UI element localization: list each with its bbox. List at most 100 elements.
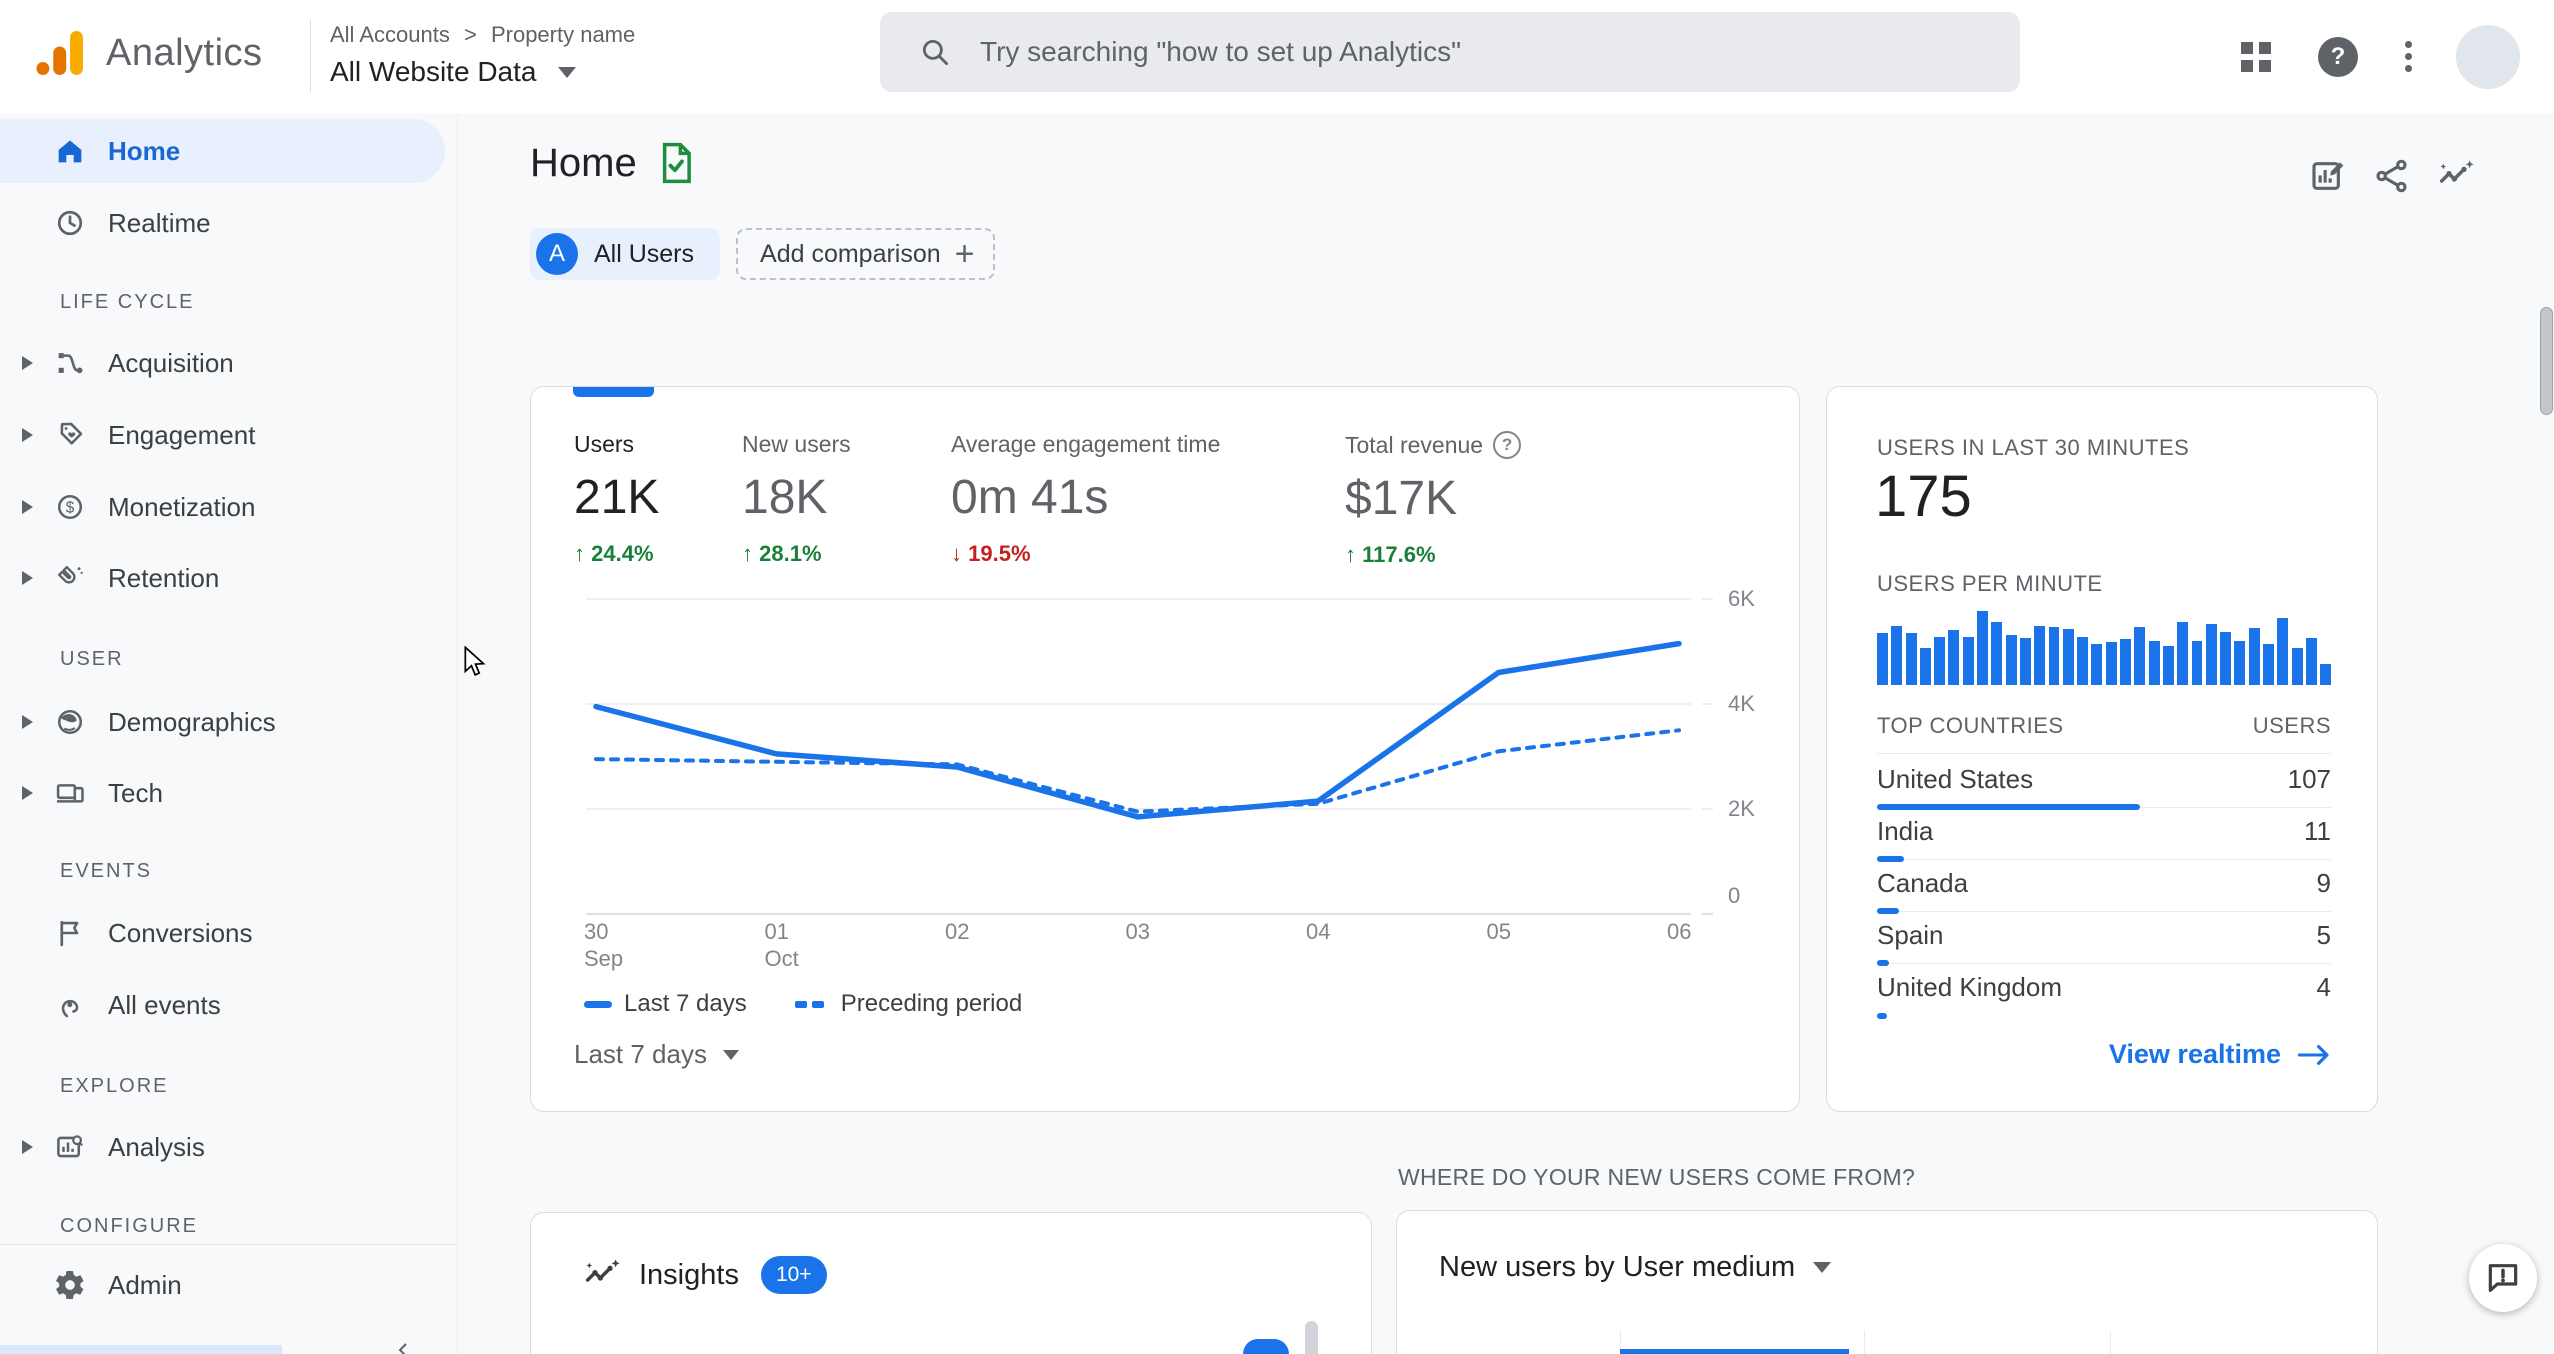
per-minute-bar (2048, 627, 2060, 685)
brand-name: Analytics (106, 31, 263, 74)
expand-arrow-icon[interactable] (22, 571, 33, 585)
users-per-minute-chart (1877, 607, 2332, 685)
per-minute-bar (1991, 622, 2003, 685)
date-range-selector[interactable]: Last 7 days (574, 1039, 739, 1070)
page-scrollbar[interactable] (2540, 307, 2553, 415)
sidebar-item-label: Demographics (108, 706, 276, 737)
per-minute-bar (2034, 625, 2046, 685)
y-axis-tick: 0 (1728, 883, 1741, 908)
sidebar-item-engagement[interactable]: Engagement (0, 403, 445, 467)
view-realtime-label: View realtime (2108, 1039, 2281, 1069)
country-name: India (1877, 816, 1934, 846)
flag-icon (52, 915, 88, 951)
expand-arrow-icon[interactable] (22, 356, 33, 370)
sidebar-item-conversions[interactable]: Conversions (0, 901, 445, 965)
expand-arrow-icon[interactable] (22, 428, 33, 442)
comparison-a-badge: A (536, 233, 578, 275)
sidebar: Home Realtime LIFE CYCLE Acquisition Engagem… (0, 113, 458, 1354)
x-axis-tick: 02 (945, 919, 970, 944)
country-row-united-kingdom: United Kingdom 4 (1877, 964, 2331, 1019)
per-minute-bar (2220, 631, 2232, 685)
new-users-dimension-selector[interactable]: New users by User medium (1439, 1251, 1832, 1284)
sidebar-item-admin[interactable]: Admin (0, 1253, 445, 1317)
metric-new-users[interactable]: New users 18K ↑ 28.1% (742, 431, 851, 567)
breadcrumb-all-accounts[interactable]: All Accounts (330, 22, 450, 47)
insights-count-badge[interactable]: 10+ (760, 1256, 827, 1294)
apps-grid-icon (2241, 41, 2271, 72)
analysis-icon (52, 1129, 88, 1165)
preceding-period-line (594, 728, 1681, 814)
sidebar-collapse-icon[interactable] (396, 1342, 412, 1354)
metric-total-revenue[interactable]: Total revenue? $17K ↑ 117.6% (1345, 431, 1522, 568)
country-row-canada: Canada 9 (1877, 860, 2331, 914)
overview-scorecard: Users 21K ↑ 24.4% New users 18K ↑ 28.1% Averag… (530, 386, 1800, 1112)
per-minute-bar (2162, 645, 2174, 685)
metric-label: Total revenue? (1345, 431, 1522, 459)
per-minute-bar (2205, 623, 2217, 685)
breadcrumb-property-name[interactable]: Property name (491, 22, 635, 47)
per-minute-bar (2277, 618, 2289, 685)
share-report-button[interactable] (2360, 148, 2424, 204)
per-minute-bar (1905, 633, 1917, 685)
account-avatar[interactable] (2448, 0, 2528, 113)
feedback-button[interactable] (2469, 1244, 2537, 1312)
property-selector[interactable]: All Website Data (330, 56, 577, 88)
country-name: United Kingdom (1877, 972, 2062, 1002)
sidebar-item-retention[interactable]: Retention (0, 546, 445, 610)
apps-grid-button[interactable] (2224, 0, 2288, 113)
metric-delta: ↑ 28.1% (742, 541, 822, 566)
sidebar-item-realtime[interactable]: Realtime (0, 191, 445, 255)
per-minute-bar (2177, 622, 2189, 685)
metric-average-engagement-time[interactable]: Average engagement time 0m 41s ↓ 19.5% (951, 431, 1220, 567)
per-minute-bar (2191, 640, 2203, 685)
insights-button[interactable] (2424, 148, 2488, 204)
help-icon[interactable]: ? (1493, 431, 1522, 459)
add-comparison-button[interactable]: Add comparison + (736, 228, 995, 280)
sidebar-item-analysis[interactable]: Analysis (0, 1115, 445, 1179)
sidebar-item-home[interactable]: Home (0, 119, 445, 183)
y-axis-tick: 2K (1728, 796, 1755, 821)
view-realtime-link[interactable]: View realtime (2109, 1039, 2333, 1070)
expand-arrow-icon[interactable] (22, 500, 33, 514)
metric-value: $17K (1345, 472, 1458, 525)
sidebar-item-label: Monetization (108, 491, 256, 522)
per-minute-bar (2148, 640, 2160, 685)
search-bar[interactable]: Try searching "how to set up Analytics" (880, 12, 2020, 92)
metric-users[interactable]: Users 21K ↑ 24.4% (574, 431, 659, 567)
sidebar-item-demographics[interactable]: Demographics (0, 690, 445, 754)
help-button[interactable]: ? (2306, 0, 2370, 113)
sidebar-item-label: Retention (108, 562, 220, 593)
top-countries-label: TOP COUNTRIES (1877, 713, 2064, 738)
sidebar-item-acquisition[interactable]: Acquisition (0, 331, 445, 395)
google-analytics-logo[interactable]: Analytics (30, 22, 263, 84)
country-users: 9 (2316, 868, 2331, 898)
sidebar-item-tech[interactable]: Tech (0, 761, 445, 825)
users-trend-chart[interactable] (586, 581, 1746, 926)
users-per-minute-label: USERS PER MINUTE (1877, 571, 2103, 596)
gridline (1864, 1331, 1865, 1354)
insights-scrollbar[interactable] (1305, 1321, 1318, 1354)
chevron-down-icon (558, 66, 577, 78)
x-axis-tick: 03 (1125, 919, 1150, 944)
expand-arrow-icon[interactable] (22, 1140, 33, 1154)
sidebar-item-label: Tech (108, 777, 163, 808)
metric-label: New users (742, 431, 851, 457)
y-axis-tick: 6K (1728, 586, 1755, 611)
more-menu-button[interactable] (2382, 0, 2434, 113)
sidebar-item-monetization[interactable]: $ Monetization (0, 475, 445, 539)
per-minute-bar (1962, 636, 1974, 685)
expand-arrow-icon[interactable] (22, 786, 33, 800)
report-check-icon (662, 142, 691, 184)
per-minute-bar (1919, 648, 1931, 685)
country-users: 11 (2304, 816, 2331, 846)
all-users-chip[interactable]: A All Users (530, 228, 721, 280)
per-minute-bar (2248, 628, 2260, 685)
expand-arrow-icon[interactable] (22, 715, 33, 729)
events-icon (52, 987, 88, 1023)
sidebar-item-label: Acquisition (108, 347, 234, 378)
sidebar-item-all-events[interactable]: All events (0, 973, 445, 1037)
per-minute-bar (2305, 638, 2317, 685)
customize-report-button[interactable] (2296, 148, 2360, 204)
legend-preceding-period: Preceding period (840, 990, 1023, 1017)
search-placeholder: Try searching "how to set up Analytics" (980, 36, 1462, 67)
